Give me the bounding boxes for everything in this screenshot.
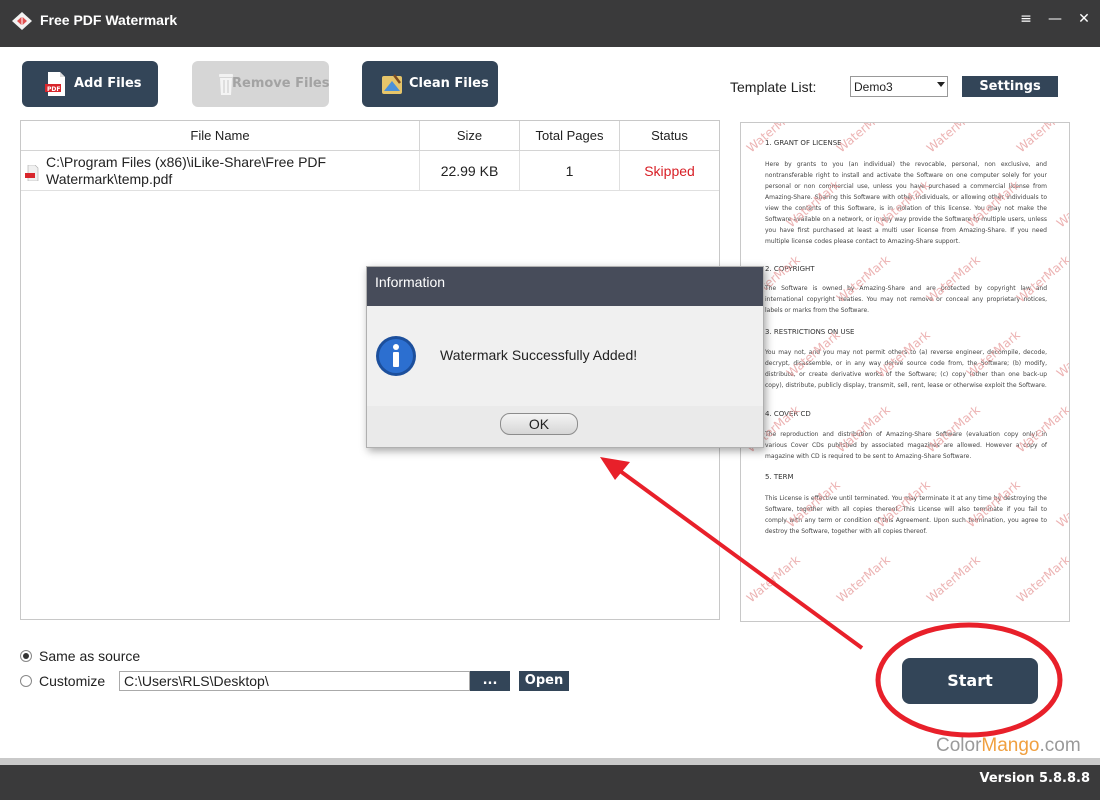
start-button[interactable]: Start xyxy=(902,658,1038,704)
menu-icon[interactable]: ≡ xyxy=(1015,8,1037,30)
brand-watermark: ColorMango.com xyxy=(936,735,1081,757)
open-button[interactable]: Open xyxy=(519,671,569,691)
watermark-preview: 1. GRANT OF LICENSE Here by grants to yo… xyxy=(740,122,1070,622)
remove-files-label: Remove Files xyxy=(232,76,330,91)
dialog-message: Watermark Successfully Added! xyxy=(440,347,638,363)
customize-radio[interactable] xyxy=(20,675,32,687)
dialog-title: Information xyxy=(367,267,763,306)
brand-part-color: Color xyxy=(936,735,982,756)
svg-text:PDF: PDF xyxy=(47,86,60,93)
watermark-text: WaterMark xyxy=(1054,178,1070,231)
remove-files-button[interactable]: Remove Files xyxy=(192,61,329,107)
close-icon[interactable]: ✕ xyxy=(1073,8,1095,30)
clean-files-button[interactable]: Clean Files xyxy=(362,61,498,107)
app-logo-icon xyxy=(12,12,32,30)
add-files-label: Add Files xyxy=(74,76,142,91)
watermark-overlay: WaterMark WaterMark WaterMark WaterMark Wate… xyxy=(744,123,1070,606)
cell-file-name: C:\Program Files (x86)\iLike-Share\Free … xyxy=(21,151,420,191)
watermark-text: WaterMark xyxy=(1054,328,1070,381)
column-header-file-name[interactable]: File Name xyxy=(21,121,420,151)
watermark-text: WaterMark xyxy=(964,328,1023,381)
pdf-file-icon xyxy=(25,165,39,181)
column-header-status[interactable]: Status xyxy=(620,121,719,151)
clean-files-label: Clean Files xyxy=(409,76,489,91)
chevron-down-icon xyxy=(937,82,945,87)
output-path-input[interactable]: C:\Users\RLS\Desktop\ xyxy=(119,671,470,691)
same-as-source-radio[interactable] xyxy=(20,650,32,662)
broom-icon xyxy=(382,74,402,94)
minimize-icon[interactable]: — xyxy=(1044,8,1066,30)
status-bar: Version 5.8.8.8 xyxy=(0,758,1100,800)
watermark-text: WaterMark xyxy=(784,478,843,531)
cell-size: 22.99 KB xyxy=(420,151,520,191)
watermark-text: WaterMark xyxy=(874,478,933,531)
pdf-file-icon: PDF xyxy=(45,72,65,96)
dialog-body: Watermark Successfully Added! xyxy=(367,306,763,406)
watermark-text: WaterMark xyxy=(744,553,803,606)
column-header-total-pages[interactable]: Total Pages xyxy=(520,121,620,151)
information-dialog: Information Watermark Successfully Added… xyxy=(366,266,764,448)
brand-part-mango: Mango xyxy=(981,735,1040,756)
watermark-text: WaterMark xyxy=(1014,403,1070,456)
watermark-text: WaterMark xyxy=(784,178,843,231)
watermark-text: WaterMark xyxy=(1014,123,1070,155)
file-path: C:\Program Files (x86)\iLike-Share\Free … xyxy=(46,154,327,187)
cell-total-pages: 1 xyxy=(520,151,620,191)
watermark-text: WaterMark xyxy=(874,178,933,231)
watermark-text: WaterMark xyxy=(834,253,893,306)
app-title: Free PDF Watermark xyxy=(40,12,178,28)
same-as-source-label[interactable]: Same as source xyxy=(39,648,140,664)
watermark-text: WaterMark xyxy=(924,403,983,456)
brand-part-com: .com xyxy=(1039,735,1081,756)
title-bar: Free PDF Watermark ≡ — ✕ xyxy=(0,0,1100,47)
watermark-text: WaterMark xyxy=(744,123,803,155)
template-select[interactable]: Demo3 xyxy=(850,76,948,97)
watermark-text: WaterMark xyxy=(924,123,983,155)
table-row[interactable]: C:\Program Files (x86)\iLike-Share\Free … xyxy=(21,151,719,191)
watermark-text: WaterMark xyxy=(784,328,843,381)
table-header: File Name Size Total Pages Status xyxy=(21,121,719,151)
watermark-text: WaterMark xyxy=(834,553,893,606)
template-selected-value: Demo3 xyxy=(854,80,893,94)
watermark-text: WaterMark xyxy=(834,123,893,155)
column-header-size[interactable]: Size xyxy=(420,121,520,151)
ok-button[interactable]: OK xyxy=(500,413,578,435)
watermark-text: WaterMark xyxy=(924,253,983,306)
cell-status: Skipped xyxy=(644,163,695,179)
settings-button[interactable]: Settings xyxy=(962,76,1058,97)
watermark-text: WaterMark xyxy=(1054,478,1070,531)
watermark-text: WaterMark xyxy=(924,553,983,606)
version-label: Version 5.8.8.8 xyxy=(979,771,1090,786)
watermark-text: WaterMark xyxy=(964,178,1023,231)
browse-button[interactable]: ... xyxy=(470,671,510,691)
watermark-text: WaterMark xyxy=(1014,553,1070,606)
info-icon xyxy=(376,336,416,376)
watermark-text: WaterMark xyxy=(964,478,1023,531)
customize-label[interactable]: Customize xyxy=(39,673,105,689)
watermark-text: WaterMark xyxy=(834,403,893,456)
watermark-text: WaterMark xyxy=(1014,253,1070,306)
add-files-button[interactable]: PDF Add Files xyxy=(22,61,158,107)
watermark-text: WaterMark xyxy=(874,328,933,381)
template-list-label: Template List: xyxy=(730,79,817,95)
